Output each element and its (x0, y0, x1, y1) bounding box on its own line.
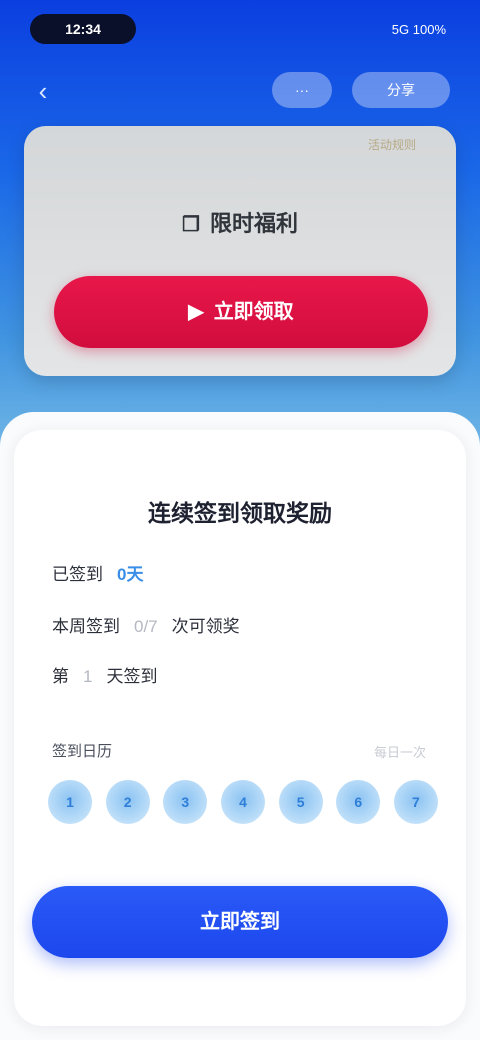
hero-title: 限时福利 (209, 211, 298, 236)
day-dots: 1 2 3 4 5 6 7 (48, 780, 438, 832)
status-time: 12:34 (30, 14, 136, 44)
day-dot[interactable]: 2 (105, 780, 150, 824)
status-indicators: 5G 100% (391, 22, 446, 37)
gift-icon: ❒ (182, 214, 200, 236)
day-dot[interactable]: 3 (163, 780, 208, 824)
rules-link[interactable]: 活动规则 (368, 136, 416, 153)
play-icon: ▶ (188, 301, 204, 323)
row2-label: 本周签到 (52, 617, 120, 636)
checkin-row-total: 已签到 0天 (52, 560, 143, 585)
row1-value: 0天 (117, 565, 144, 584)
row3-label: 第 (52, 667, 69, 686)
checkin-card: 连续签到领取奖励 已签到 0天 本周签到 0/7 次可领奖 第 1 天签到 签到日历 每日… (14, 430, 466, 1026)
claim-button[interactable]: ▶ 立即领取 (54, 276, 428, 348)
row2-suffix: 次可领奖 (171, 617, 240, 636)
day-dot[interactable]: 4 (220, 780, 265, 824)
calendar-label: 签到日历 (52, 743, 113, 760)
checkin-button[interactable]: 立即签到 (32, 886, 448, 958)
row3-suffix: 天签到 (106, 667, 158, 686)
day-dot[interactable]: 1 (48, 780, 92, 824)
checkin-row-day: 第 1 天签到 (52, 662, 157, 687)
status-bar: 12:34 5G 100% (0, 0, 480, 60)
card-title: 连续签到领取奖励 (148, 500, 332, 526)
row1-label: 已签到 (52, 565, 103, 584)
claim-button-label: 立即领取 (213, 301, 294, 323)
nav-bar: ‹ ··· 分享 (0, 64, 480, 116)
day-dot[interactable]: 7 (393, 780, 438, 824)
day-dot[interactable]: 6 (336, 780, 381, 824)
hero-title-row: ❒ 限时福利 (24, 206, 456, 238)
day-dot[interactable]: 5 (278, 780, 323, 824)
row3-value: 1 (83, 667, 93, 686)
more-button[interactable]: ··· (272, 72, 332, 108)
calendar-hint: 每日一次 (373, 745, 426, 760)
bottom-sheet: 连续签到领取奖励 已签到 0天 本周签到 0/7 次可领奖 第 1 天签到 签到日历 每日… (0, 412, 480, 1040)
checkin-row-week: 本周签到 0/7 次可领奖 (52, 612, 240, 637)
share-button[interactable]: 分享 (352, 72, 450, 108)
row2-value: 0/7 (134, 617, 158, 636)
hero-card: 活动规则 ❒ 限时福利 ▶ 立即领取 (24, 126, 456, 376)
back-arrow-icon[interactable]: ‹ (28, 76, 58, 106)
